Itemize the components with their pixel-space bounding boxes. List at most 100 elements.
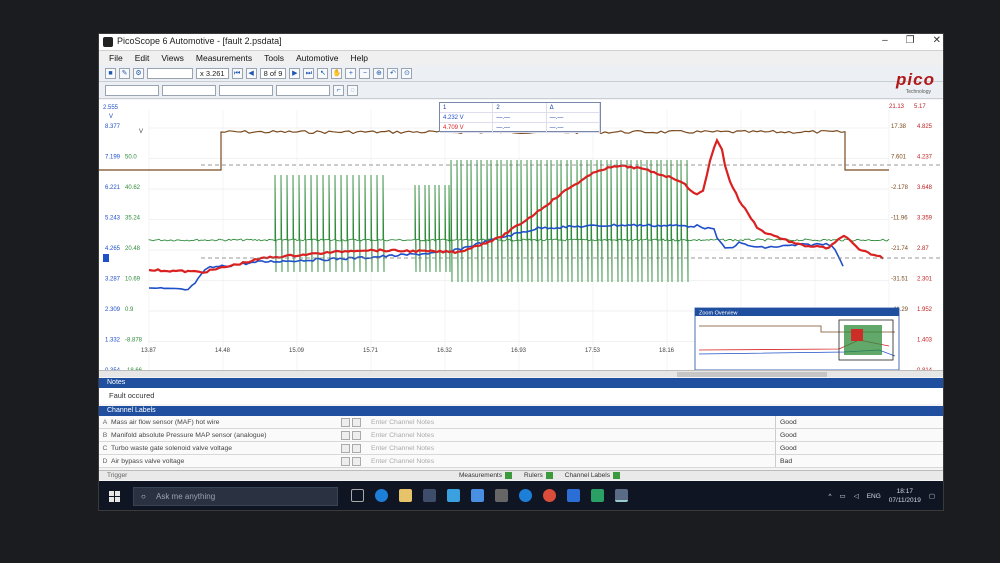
tick-label: -31.51 (891, 277, 909, 283)
channel-labels-toggle: Channel Labels (564, 472, 610, 479)
minimize-button[interactable]: – (882, 35, 888, 46)
close-button[interactable]: ✕ (933, 35, 941, 46)
language-indicator[interactable]: ENG (867, 493, 881, 500)
store-icon[interactable] (423, 489, 436, 502)
tick-label: 1.952 (917, 307, 933, 313)
first-capture-icon[interactable]: ⏮ (231, 67, 243, 79)
app-icon-grey[interactable] (495, 489, 508, 502)
channel-a-range[interactable] (105, 84, 159, 96)
menu-help[interactable]: Help (350, 51, 367, 65)
edge-icon[interactable] (375, 489, 388, 502)
legend-header-1: 1 (440, 103, 494, 112)
channel-description[interactable]: Manifold absolute Pressure MAP sensor (a… (111, 429, 341, 441)
chevron-up-icon[interactable]: ^ (828, 493, 831, 500)
chrome-icon[interactable] (543, 489, 556, 502)
app-icon-blue[interactable] (447, 489, 460, 502)
settings-icon[interactable]: ⚙ (133, 67, 144, 79)
scope-view[interactable]: 2.555 V V 21.13 5.17 8.377 7.199 6.221 5.24… (99, 100, 944, 374)
pointer-icon[interactable]: ↖ (317, 67, 329, 79)
legend-r1-c1: 4.232 V (440, 113, 494, 122)
hand-icon[interactable]: ✋ (331, 67, 343, 79)
app-icon-lightblue[interactable] (471, 489, 484, 502)
ruler-legend[interactable]: 1 2 Δ 4.232 V —.— —.— 4.709 V —.— —.— (439, 102, 601, 133)
channel-status[interactable]: Good (775, 416, 925, 428)
channel-description[interactable]: Mass air flow sensor (MAF) hot wire (111, 416, 341, 428)
notes-text[interactable]: Fault occured (99, 388, 943, 404)
channel-d-range[interactable] (276, 84, 330, 96)
channel-b-range[interactable] (162, 84, 216, 96)
left-unit-b: V (139, 129, 143, 135)
channel-status[interactable]: Bad (775, 455, 925, 467)
channel-description[interactable]: Air bypass valve voltage (111, 455, 341, 467)
pen-icon[interactable]: ✎ (119, 67, 130, 79)
channel-status[interactable]: Good (775, 442, 925, 454)
zoom-factor-field[interactable]: x 3.261 (196, 67, 229, 79)
edit-icon[interactable] (341, 456, 350, 466)
copy-icon[interactable] (352, 443, 361, 453)
timebase-select[interactable] (147, 67, 193, 79)
trigger-icon[interactable]: ⌐ (333, 84, 344, 96)
undo-zoom-icon[interactable]: ↶ (387, 67, 399, 79)
channel-notes-field[interactable]: Enter Channel Notes (367, 455, 775, 467)
capture-counter[interactable]: 8 of 9 (259, 67, 287, 79)
channel-notes-field[interactable]: Enter Channel Notes (367, 429, 775, 441)
app-icon-photos[interactable] (567, 489, 580, 502)
tick-label: 17.53 (585, 348, 601, 354)
channel-status[interactable]: Good (775, 429, 925, 441)
zoom-box-icon[interactable]: ⊕ (373, 67, 385, 79)
tick-label: 1.332 (105, 338, 121, 344)
tick-label: 17.38 (891, 124, 907, 130)
edit-icon[interactable] (341, 417, 350, 427)
prev-capture-icon[interactable]: ◀ (245, 67, 257, 79)
zoom-fit-icon[interactable]: ⊙ (401, 67, 413, 79)
copy-icon[interactable] (352, 417, 361, 427)
picoscope-taskbar-icon[interactable] (615, 489, 628, 502)
probe-icon[interactable]: ◌ (347, 84, 358, 96)
tick-label: 35.24 (125, 216, 141, 222)
network-icon[interactable]: ▭ (840, 492, 846, 500)
zoom-in-icon[interactable]: + (345, 67, 357, 79)
last-capture-icon[interactable]: ⏭ (303, 67, 315, 79)
channel-notes-field[interactable]: Enter Channel Notes (367, 442, 775, 454)
tick-label: 15.09 (289, 348, 305, 354)
ie-icon[interactable] (519, 489, 532, 502)
menu-automotive[interactable]: Automotive (296, 51, 339, 65)
windows-start-icon[interactable] (109, 491, 120, 502)
tick-label: 18.16 (659, 348, 675, 354)
legend-r2-c3: —.— (547, 123, 600, 132)
file-explorer-icon[interactable] (399, 489, 412, 502)
tick-label: 13.87 (141, 348, 157, 354)
channel-notes-field[interactable]: Enter Channel Notes (367, 416, 775, 428)
channel-c-range[interactable] (219, 84, 273, 96)
app-icon-green[interactable] (591, 489, 604, 502)
scroll-thumb[interactable] (677, 372, 827, 377)
menu-tools[interactable]: Tools (264, 51, 284, 65)
menu-file[interactable]: File (109, 51, 123, 65)
waveform-plot[interactable]: 2.555 V V 21.13 5.17 8.377 7.199 6.221 5.24… (99, 100, 944, 374)
title-bar: PicoScope 6 Automotive - [fault 2.psdata… (99, 34, 943, 51)
trigger-label[interactable]: Trigger (107, 471, 127, 481)
copy-icon[interactable] (352, 456, 361, 466)
stop-icon[interactable]: ■ (105, 67, 116, 79)
menu-edit[interactable]: Edit (135, 51, 150, 65)
pico-tagline: Technology (905, 89, 931, 95)
edit-icon[interactable] (341, 443, 350, 453)
tick-label: 7.601 (891, 155, 907, 161)
next-capture-icon[interactable]: ▶ (289, 67, 301, 79)
menu-measurements[interactable]: Measurements (196, 51, 252, 65)
horizontal-scrollbar[interactable] (99, 370, 943, 377)
zoom-out-icon[interactable]: − (359, 67, 371, 79)
notifications-icon[interactable]: ▢ (929, 492, 935, 500)
maximize-button[interactable]: ❐ (906, 35, 915, 46)
tick-label: 4.237 (917, 155, 933, 161)
tick-label: 5.243 (105, 216, 121, 222)
volume-icon[interactable]: ◁ (854, 492, 859, 500)
cortana-search-input[interactable]: Ask me anything (133, 487, 338, 506)
task-view-icon[interactable] (351, 489, 364, 502)
tick-label: 7.199 (105, 155, 121, 161)
edit-icon[interactable] (341, 430, 350, 440)
channel-description[interactable]: Turbo waste gate solenoid valve voltage (111, 442, 341, 454)
main-toolbar: ■ ✎ ⚙ x 3.261 ⏮ ◀ 8 of 9 ▶ ⏭ ↖ ✋ + − ⊕ ↶… (99, 65, 943, 82)
menu-views[interactable]: Views (161, 51, 184, 65)
copy-icon[interactable] (352, 430, 361, 440)
